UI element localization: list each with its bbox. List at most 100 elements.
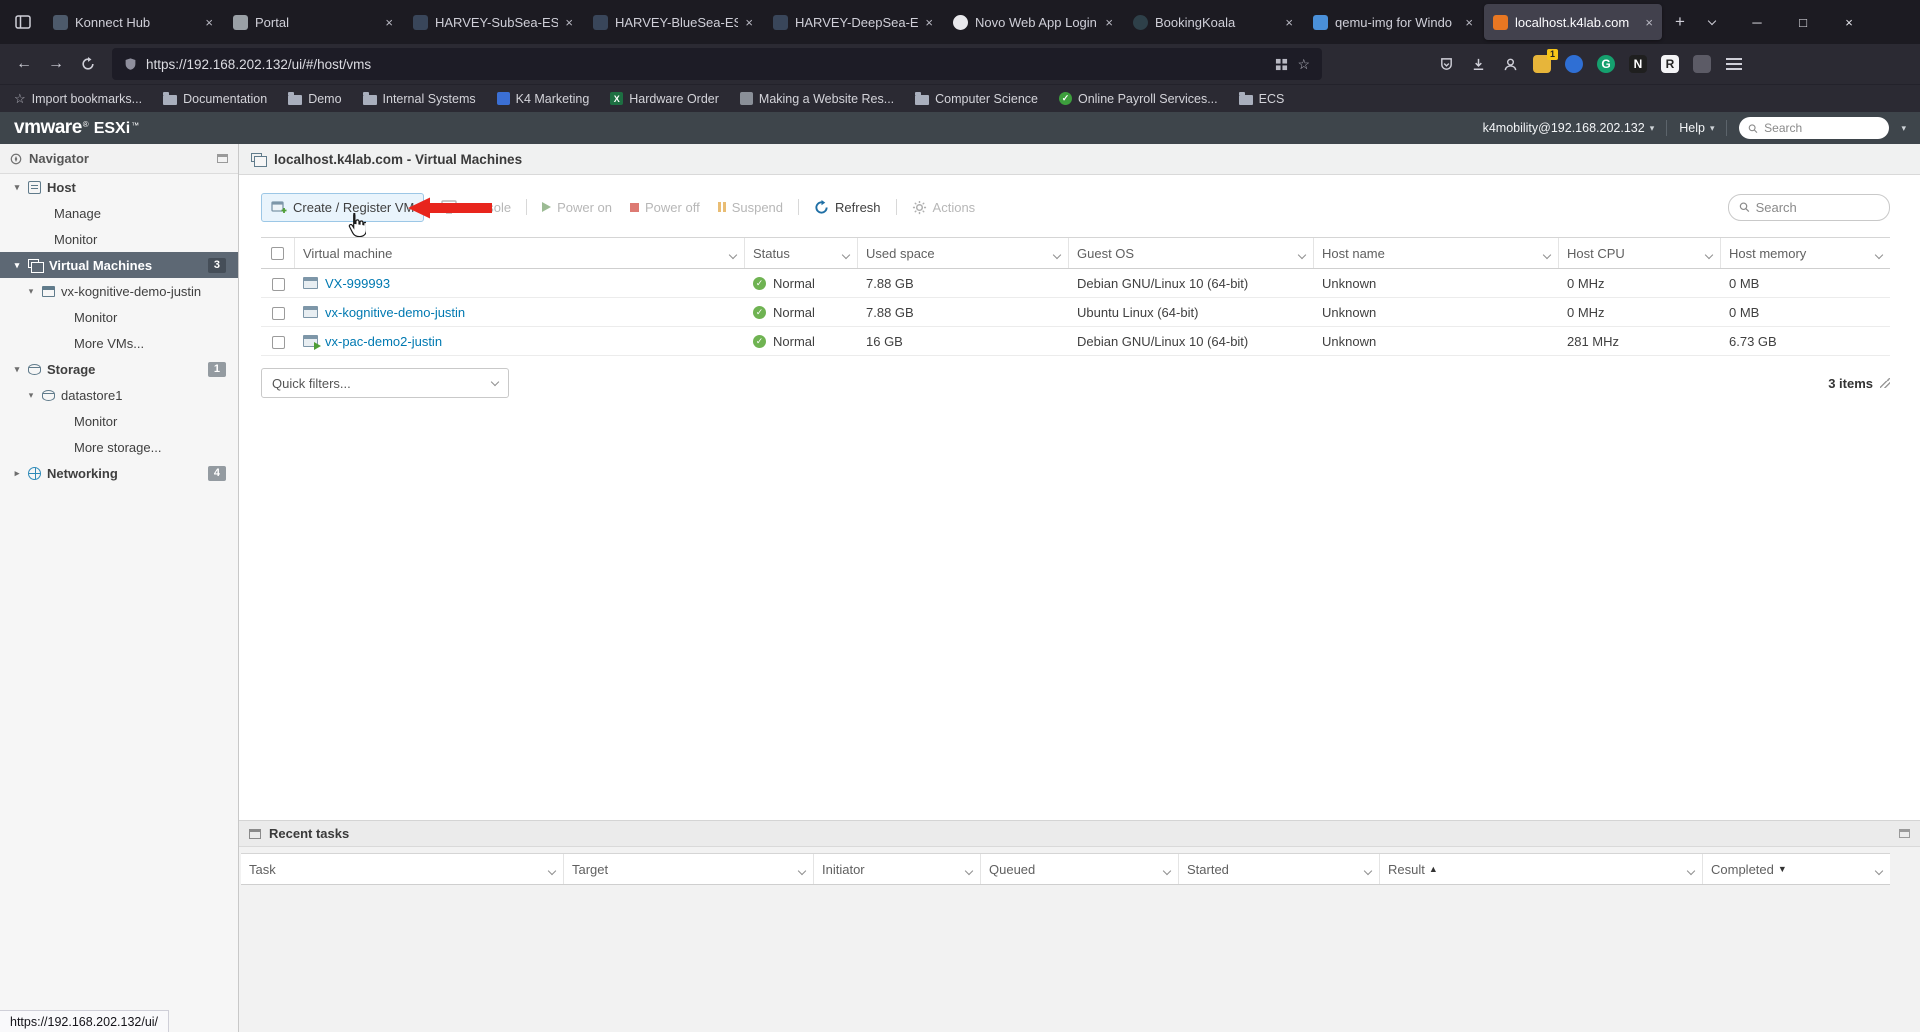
header-search-box[interactable]: [1739, 117, 1889, 139]
select-all-checkbox[interactable]: [271, 247, 284, 260]
quick-filters-dropdown[interactable]: Quick filters...: [261, 368, 509, 398]
create-register-vm-button[interactable]: Create / Register VM: [261, 193, 424, 222]
bookmark-item[interactable]: Computer Science: [915, 92, 1038, 106]
expand-panel-icon[interactable]: [1899, 829, 1910, 838]
extension-folder-icon[interactable]: 1: [1526, 48, 1558, 80]
column-header-virtual-machine[interactable]: Virtual machine: [295, 238, 745, 269]
column-header-guest-os[interactable]: Guest OS: [1069, 238, 1314, 269]
bookmark-item[interactable]: Documentation: [163, 92, 267, 106]
column-menu-chevron-icon[interactable]: [1876, 246, 1882, 261]
search-scope-chevron-icon[interactable]: ▾: [1901, 123, 1906, 134]
tab-close-icon[interactable]: ×: [385, 15, 393, 30]
tab-close-icon[interactable]: ×: [925, 15, 933, 30]
resize-grip-icon[interactable]: [1880, 378, 1890, 388]
header-search-input[interactable]: [1764, 121, 1880, 135]
sidebar-item-vm-child[interactable]: ▾ vx-kognitive-demo-justin: [0, 278, 238, 304]
window-minimize-button[interactable]: ─: [1734, 0, 1780, 44]
extension-r-icon[interactable]: R: [1654, 48, 1686, 80]
column-header-started[interactable]: Started: [1179, 854, 1380, 885]
bookmark-item[interactable]: ✓Online Payroll Services...: [1059, 92, 1218, 106]
bookmark-item[interactable]: ECS: [1239, 92, 1285, 106]
tab-close-icon[interactable]: ×: [205, 15, 213, 30]
column-menu-chevron-icon[interactable]: [843, 246, 849, 261]
browser-tab[interactable]: BookingKoala×: [1124, 4, 1302, 40]
column-menu-chevron-icon[interactable]: [799, 862, 805, 877]
browser-tab-active[interactable]: localhost.k4lab.com×: [1484, 4, 1662, 40]
column-header-queued[interactable]: Queued: [981, 854, 1179, 885]
sidebar-item-storage-monitor[interactable]: Monitor: [0, 408, 238, 434]
tab-close-icon[interactable]: ×: [745, 15, 753, 30]
list-all-tabs-icon[interactable]: [1696, 6, 1728, 38]
sidebar-item-vm-monitor[interactable]: Monitor: [0, 304, 238, 330]
column-header-used-space[interactable]: Used space: [858, 238, 1069, 269]
shield-icon[interactable]: [124, 57, 137, 71]
column-menu-chevron-icon[interactable]: [549, 862, 555, 877]
tab-close-icon[interactable]: ×: [1105, 15, 1113, 30]
firefox-view-icon[interactable]: [6, 6, 40, 38]
sidebar-item-host[interactable]: ▾ Host: [0, 174, 238, 200]
account-icon[interactable]: [1494, 48, 1526, 80]
back-button[interactable]: ←: [8, 48, 40, 80]
sidebar-item-networking[interactable]: ▸ Networking 4: [0, 460, 238, 486]
bookmark-item[interactable]: Making a Website Res...: [740, 92, 894, 106]
power-on-button[interactable]: Power on: [533, 194, 621, 221]
column-menu-chevron-icon[interactable]: [1054, 246, 1060, 261]
sidebar-item-storage[interactable]: ▾ Storage 1: [0, 356, 238, 382]
sidebar-item-virtual-machines[interactable]: ▾ Virtual Machines 3: [0, 252, 238, 278]
vm-table-row[interactable]: VX-999993 ✓Normal 7.88 GB Debian GNU/Lin…: [261, 269, 1890, 298]
vm-name-link[interactable]: vx-kognitive-demo-justin: [325, 305, 465, 320]
expander-icon[interactable]: ▾: [12, 260, 22, 271]
bookmark-item[interactable]: Internal Systems: [363, 92, 476, 106]
expander-icon[interactable]: ▾: [26, 390, 36, 401]
browser-tab[interactable]: Novo Web App Login×: [944, 4, 1122, 40]
browser-tab[interactable]: HARVEY-BlueSea-ES12×: [584, 4, 762, 40]
column-header-initiator[interactable]: Initiator: [814, 854, 981, 885]
sidebar-item-datastore1[interactable]: ▾ datastore1: [0, 382, 238, 408]
column-menu-chevron-icon[interactable]: [1544, 246, 1550, 261]
tab-close-icon[interactable]: ×: [1465, 15, 1473, 30]
column-header-result[interactable]: Result▲: [1380, 854, 1703, 885]
refresh-button[interactable]: Refresh: [805, 194, 890, 221]
vm-table-row[interactable]: vx-pac-demo2-justin ✓Normal 16 GB Debian…: [261, 327, 1890, 356]
column-header-status[interactable]: Status: [745, 238, 858, 269]
row-checkbox[interactable]: [272, 336, 285, 349]
page-actions-grid-icon[interactable]: [1275, 58, 1288, 71]
expander-icon[interactable]: ▾: [12, 364, 22, 375]
row-checkbox[interactable]: [272, 307, 285, 320]
sidebar-item-more-vms[interactable]: More VMs...: [0, 330, 238, 356]
expander-icon[interactable]: ▾: [12, 182, 22, 193]
column-menu-chevron-icon[interactable]: [1299, 246, 1305, 261]
tab-close-icon[interactable]: ×: [1645, 15, 1653, 30]
reload-button[interactable]: [72, 48, 104, 80]
menu-icon[interactable]: [1718, 48, 1750, 80]
url-bar[interactable]: https://192.168.202.132/ui/#/host/vms ☆: [112, 48, 1322, 80]
bookmark-star-icon[interactable]: ☆: [1297, 56, 1310, 73]
collapse-panel-icon[interactable]: [217, 154, 228, 163]
column-menu-chevron-icon[interactable]: [966, 862, 972, 877]
column-menu-chevron-icon[interactable]: [730, 246, 736, 261]
vm-search-input[interactable]: [1756, 200, 1879, 215]
column-header-host-name[interactable]: Host name: [1314, 238, 1559, 269]
column-header-target[interactable]: Target: [564, 854, 814, 885]
vm-name-link[interactable]: VX-999993: [325, 276, 390, 291]
help-menu[interactable]: Help▾: [1679, 121, 1714, 135]
downloads-icon[interactable]: [1462, 48, 1494, 80]
url-text[interactable]: https://192.168.202.132/ui/#/host/vms: [146, 57, 1266, 72]
bookmark-item[interactable]: Demo: [288, 92, 341, 106]
pocket-icon[interactable]: [1430, 48, 1462, 80]
tab-close-icon[interactable]: ×: [565, 15, 573, 30]
column-header-host-memory[interactable]: Host memory: [1721, 238, 1890, 269]
column-header-task[interactable]: Task: [241, 854, 564, 885]
column-header-completed[interactable]: Completed▼: [1703, 854, 1890, 885]
browser-tab[interactable]: HARVEY-SubSea-ES147×: [404, 4, 582, 40]
bookmark-item[interactable]: K4 Marketing: [497, 92, 590, 106]
vm-search-box[interactable]: [1728, 194, 1890, 221]
power-off-button[interactable]: Power off: [621, 194, 709, 221]
new-tab-button[interactable]: +: [1664, 6, 1696, 38]
browser-tab[interactable]: Konnect Hub×: [44, 4, 222, 40]
account-menu[interactable]: k4mobility@192.168.202.132▾: [1483, 121, 1655, 135]
sidebar-item-host-manage[interactable]: Manage: [0, 200, 238, 226]
bookmark-item[interactable]: XHardware Order: [610, 92, 719, 106]
suspend-button[interactable]: Suspend: [709, 194, 792, 221]
column-menu-chevron-icon[interactable]: [1365, 862, 1371, 877]
